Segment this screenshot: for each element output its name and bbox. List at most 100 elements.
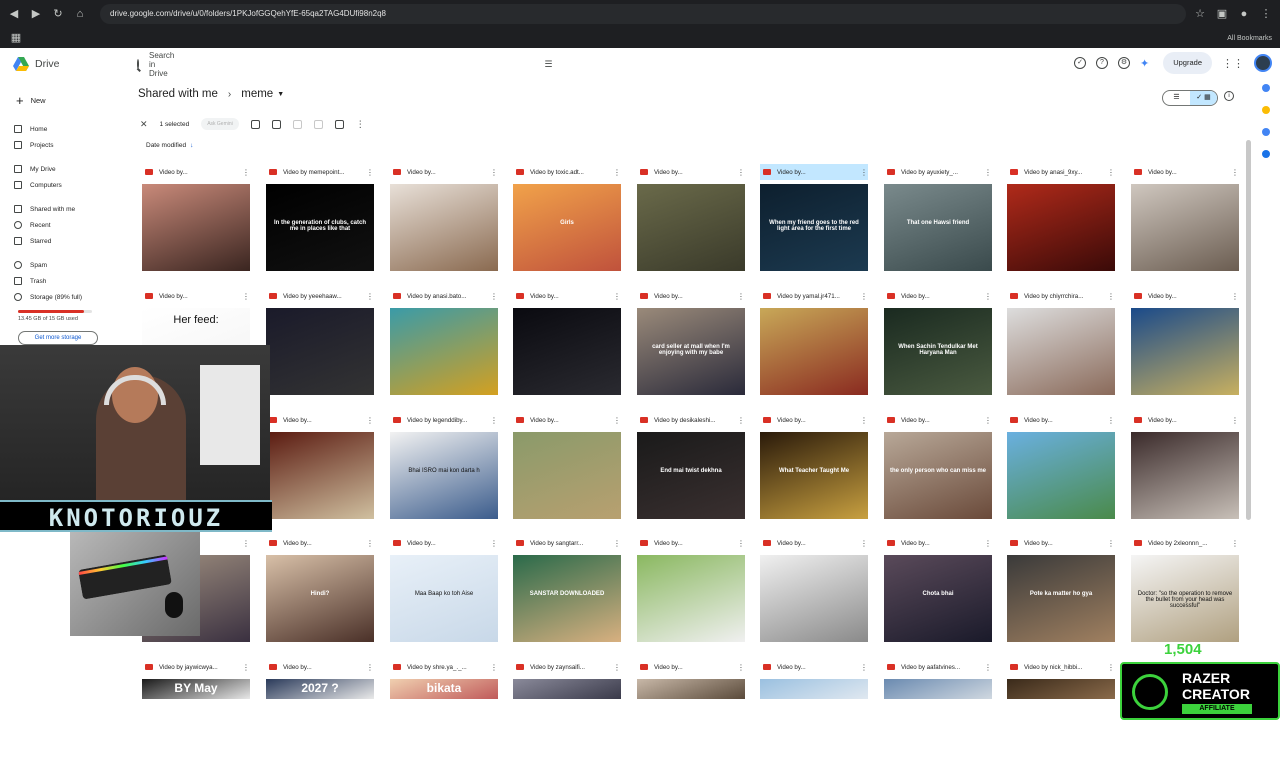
file-card-header[interactable]: Video by... ⋮ — [884, 412, 992, 428]
file-card-header[interactable]: Video by... ⋮ — [266, 659, 374, 675]
file-card-header[interactable]: Video by... ⋮ — [266, 412, 374, 428]
search-options-icon[interactable]: ☰ — [544, 59, 552, 70]
scrollbar[interactable] — [1246, 140, 1251, 520]
sidebar-item-projects[interactable]: Projects — [14, 138, 134, 152]
file-card-header[interactable]: Video by jaywicwya... ⋮ — [142, 659, 250, 675]
more-options-icon[interactable]: ⋮ — [366, 292, 374, 301]
file-card-header[interactable]: Video by... ⋮ — [760, 164, 868, 180]
file-card[interactable]: Video by... ⋮ — [760, 535, 868, 643]
file-thumbnail[interactable] — [760, 308, 868, 395]
file-thumbnail[interactable]: bikata — [390, 679, 498, 699]
more-options-icon[interactable]: ⋮ — [1107, 539, 1115, 548]
file-card-header[interactable]: Video by... ⋮ — [390, 535, 498, 551]
chevron-down-icon[interactable]: ▼ — [277, 91, 284, 98]
more-options-icon[interactable]: ⋮ — [1107, 416, 1115, 425]
more-options-icon[interactable]: ⋮ — [490, 663, 498, 672]
address-bar[interactable]: drive.google.com/drive/u/0/folders/1PKJo… — [100, 4, 1186, 24]
sidebar-item-shared-with-me[interactable]: Shared with me — [14, 202, 134, 216]
file-card-header[interactable]: Video by... ⋮ — [637, 659, 745, 675]
more-options-icon[interactable]: ⋮ — [613, 292, 621, 301]
list-view-button[interactable]: ☰ — [1163, 91, 1190, 105]
file-thumbnail[interactable] — [266, 308, 374, 395]
sidebar-item-spam[interactable]: Spam — [14, 258, 134, 272]
file-card[interactable]: Video by... ⋮ — [1131, 164, 1239, 272]
file-card[interactable]: Video by yamal.jr471... ⋮ — [760, 288, 868, 396]
file-thumbnail[interactable]: BY May — [142, 679, 250, 699]
file-thumbnail[interactable] — [637, 679, 745, 699]
file-thumbnail[interactable] — [513, 432, 621, 519]
file-thumbnail[interactable]: Hindi? — [266, 555, 374, 642]
more-options-icon[interactable]: ⋮ — [984, 416, 992, 425]
more-options-icon[interactable]: ⋮ — [490, 292, 498, 301]
file-card[interactable]: Video by legenddiby... ⋮ Bhai ISRO mai kon… — [390, 412, 498, 520]
contacts-icon[interactable] — [1262, 150, 1270, 158]
file-card[interactable]: Video by... ⋮ Chota bhai — [884, 535, 992, 643]
file-thumbnail[interactable] — [266, 432, 374, 519]
more-options-icon[interactable]: ⋮ — [737, 168, 745, 177]
more-options-icon[interactable]: ⋮ — [1231, 416, 1239, 425]
file-thumbnail[interactable] — [390, 308, 498, 395]
file-card-header[interactable]: Video by anasi_9xy... ⋮ — [1007, 164, 1115, 180]
file-card[interactable]: Video by... ⋮ — [1007, 412, 1115, 520]
file-card[interactable]: Video by ayuxiety_... ⋮ That one Hawsi fri… — [884, 164, 992, 272]
file-card-header[interactable]: Video by... ⋮ — [637, 288, 745, 304]
sidebar-item-computers[interactable]: Computers — [14, 178, 134, 192]
file-thumbnail[interactable]: 2027 ? — [266, 679, 374, 699]
file-thumbnail[interactable] — [1131, 432, 1239, 519]
file-card-header[interactable]: Video by... ⋮ — [1131, 412, 1239, 428]
file-card[interactable]: Video by... ⋮ — [266, 412, 374, 520]
more-options-icon[interactable]: ⋮ — [242, 168, 250, 177]
file-card-header[interactable]: Video by... ⋮ — [760, 412, 868, 428]
more-options-icon[interactable]: ⋮ — [613, 663, 621, 672]
file-thumbnail[interactable] — [142, 184, 250, 271]
more-options-icon[interactable]: ⋮ — [737, 539, 745, 548]
grid-view-button[interactable]: ✓ ▦ — [1190, 91, 1217, 105]
file-card[interactable]: Video by... ⋮ Hindi? — [266, 535, 374, 643]
file-card[interactable]: Video by shre.ya_._... ⋮ bikata — [390, 659, 498, 767]
more-options-icon[interactable]: ⋮ — [1107, 168, 1115, 177]
file-thumbnail[interactable]: Bhai ISRO mai kon darta h — [390, 432, 498, 519]
sort-arrow-down-icon[interactable]: ↓ — [190, 142, 193, 149]
more-options-icon[interactable]: ⋮ — [1231, 168, 1239, 177]
file-thumbnail[interactable]: Girls — [513, 184, 621, 271]
file-card[interactable]: Video by toxic.adt... ⋮ Girls — [513, 164, 621, 272]
file-card[interactable]: Video by... ⋮ When Sachin Tendulkar Met Ha… — [884, 288, 992, 396]
file-card-header[interactable]: Video by... ⋮ — [884, 288, 992, 304]
file-card[interactable]: Video by jaywicwya... ⋮ BY May — [142, 659, 250, 767]
more-options-icon[interactable]: ⋮ — [860, 539, 868, 548]
ask-gemini-button[interactable]: Ask Gemini — [201, 118, 239, 130]
file-thumbnail[interactable]: When my friend goes to the red light are… — [760, 184, 868, 271]
calendar-icon[interactable] — [1262, 84, 1270, 92]
forward-icon[interactable]: ▶ — [28, 6, 44, 22]
offline-status-icon[interactable]: ✓ — [1074, 57, 1086, 69]
more-options-icon[interactable]: ⋮ — [1231, 539, 1239, 548]
move-icon[interactable] — [292, 119, 302, 129]
file-card[interactable]: Video by zaynsaifi... ⋮ — [513, 659, 621, 767]
search-icon[interactable] — [137, 59, 139, 69]
more-options-icon[interactable]: ⋮ — [737, 416, 745, 425]
file-card-header[interactable]: Video by... ⋮ — [142, 288, 250, 304]
file-card-header[interactable]: Video by... ⋮ — [637, 535, 745, 551]
file-card[interactable]: Video by... ⋮ — [513, 288, 621, 396]
file-thumbnail[interactable]: Maa Baap ko toh Aise — [390, 555, 498, 642]
settings-gear-icon[interactable]: ⚙ — [1118, 57, 1130, 69]
sidebar-item-starred[interactable]: Starred — [14, 234, 134, 248]
more-options-icon[interactable]: ⋮ — [860, 663, 868, 672]
file-card-header[interactable]: Video by... ⋮ — [513, 288, 621, 304]
more-options-icon[interactable]: ⋮ — [242, 663, 250, 672]
reload-icon[interactable]: ↻ — [50, 6, 66, 22]
sort-control[interactable]: Date modified ↓ — [146, 142, 193, 149]
file-card-header[interactable]: Video by ayuxiety_... ⋮ — [884, 164, 992, 180]
all-bookmarks-link[interactable]: All Bookmarks — [1227, 35, 1272, 42]
file-thumbnail[interactable] — [637, 184, 745, 271]
breadcrumb-current-folder[interactable]: meme — [241, 88, 273, 100]
more-options-icon[interactable]: ⋮ — [490, 539, 498, 548]
copy-link-icon[interactable] — [334, 119, 344, 129]
home-icon[interactable]: ⌂ — [72, 6, 88, 22]
file-thumbnail[interactable]: In the generation of clubs, catch me in … — [266, 184, 374, 271]
file-thumbnail[interactable]: Doctor: "so the operation to remove the … — [1131, 555, 1239, 642]
file-thumbnail[interactable] — [1007, 184, 1115, 271]
file-thumbnail[interactable] — [513, 679, 621, 699]
file-card-header[interactable]: Video by yamal.jr471... ⋮ — [760, 288, 868, 304]
more-options-icon[interactable]: ⋮ — [366, 539, 374, 548]
